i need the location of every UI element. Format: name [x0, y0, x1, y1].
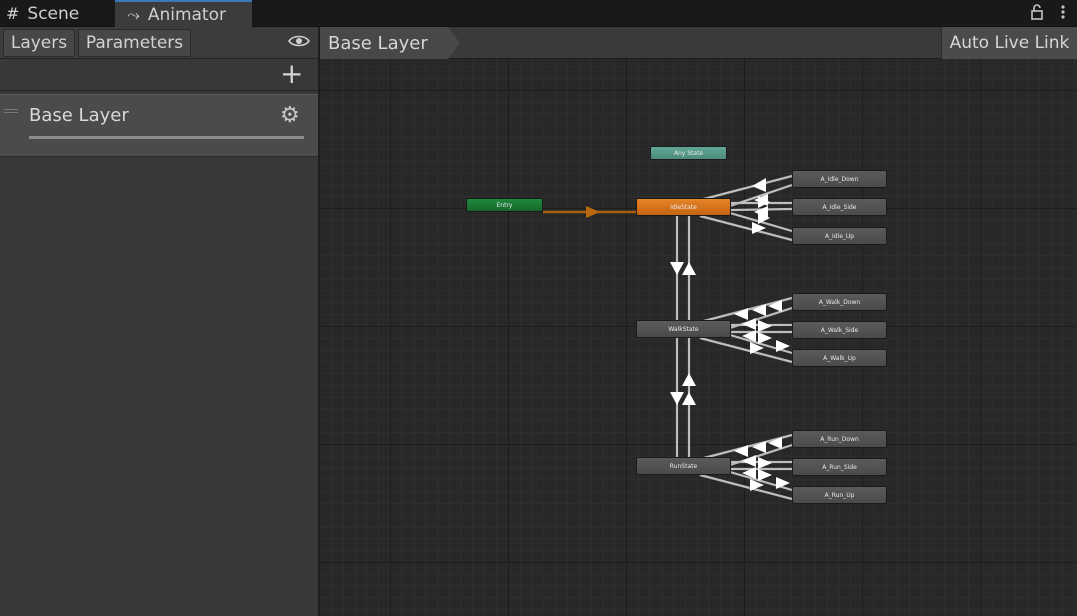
add-layer-row: + — [0, 59, 318, 91]
a-walk-down-node[interactable]: A_Walk_Down — [792, 293, 887, 311]
idle-state-node[interactable]: IdleState — [636, 198, 731, 216]
a-run-up-node[interactable]: A_Run_Up — [792, 486, 887, 504]
walk-state-node[interactable]: WalkState — [636, 320, 731, 338]
a-run-down-node[interactable]: A_Run_Down — [792, 430, 887, 448]
tab-animator[interactable]: ⤳ Animator — [115, 0, 252, 27]
breadcrumb-arrow-icon — [448, 27, 460, 59]
node-label: Entry — [496, 201, 513, 209]
node-label: A_Walk_Side — [820, 326, 859, 334]
a-walk-up-node[interactable]: A_Walk_Up — [792, 349, 887, 367]
node-label: A_Idle_Down — [820, 175, 859, 183]
lock-icon[interactable] — [1030, 3, 1044, 25]
auto-live-link-button[interactable]: Auto Live Link — [941, 27, 1077, 59]
drag-handle-icon[interactable] — [4, 109, 18, 113]
breadcrumb[interactable]: Base Layer — [320, 27, 448, 59]
tab-strip: # Scene ⤳ Animator — [0, 0, 1077, 27]
node-label: A_Walk_Down — [818, 298, 861, 306]
node-label: A_Idle_Up — [824, 232, 855, 240]
parameters-button[interactable]: Parameters — [78, 29, 191, 57]
node-label: WalkState — [668, 325, 699, 333]
tab-scene[interactable]: # Scene — [6, 0, 114, 27]
node-label: A_Run_Up — [824, 491, 855, 499]
tab-scene-label: Scene — [27, 3, 80, 24]
layer-item[interactable]: Base Layer ⚙ — [0, 94, 318, 157]
a-idle-down-node[interactable]: A_Idle_Down — [792, 170, 887, 188]
a-idle-up-node[interactable]: A_Idle_Up — [792, 227, 887, 245]
breadcrumb-bar: Base Layer Auto Live Link — [320, 27, 1077, 59]
a-walk-side-node[interactable]: A_Walk_Side — [792, 321, 887, 339]
eye-icon[interactable] — [288, 33, 310, 54]
layers-button[interactable]: Layers — [3, 29, 75, 57]
kebab-menu-icon[interactable] — [1060, 3, 1066, 25]
layer-name: Base Layer — [29, 105, 129, 126]
a-run-side-node[interactable]: A_Run_Side — [792, 458, 887, 476]
node-label: A_Run_Down — [820, 435, 859, 443]
gear-icon[interactable]: ⚙ — [280, 103, 300, 128]
layers-panel: Layers Parameters + Base Layer ⚙ — [0, 27, 318, 616]
animator-icon: ⤳ — [127, 4, 140, 24]
a-idle-side-node[interactable]: A_Idle_Side — [792, 198, 887, 216]
node-label: RunState — [669, 462, 698, 470]
tab-animator-label: Animator — [147, 4, 226, 25]
plus-icon[interactable]: + — [280, 60, 303, 88]
node-label: IdleState — [670, 203, 697, 211]
node-label: A_Idle_Side — [822, 203, 857, 211]
run-state-node[interactable]: RunState — [636, 457, 731, 475]
node-label: A_Run_Side — [822, 463, 857, 471]
entry-node[interactable]: Entry — [466, 198, 543, 212]
layer-weight-slider[interactable] — [29, 136, 304, 139]
any-state-node[interactable]: Any State — [650, 146, 727, 160]
layers-toolbar: Layers Parameters — [0, 27, 318, 59]
grid-icon: # — [6, 4, 20, 23]
node-label: Any State — [673, 149, 704, 157]
node-label: A_Walk_Up — [823, 354, 856, 362]
